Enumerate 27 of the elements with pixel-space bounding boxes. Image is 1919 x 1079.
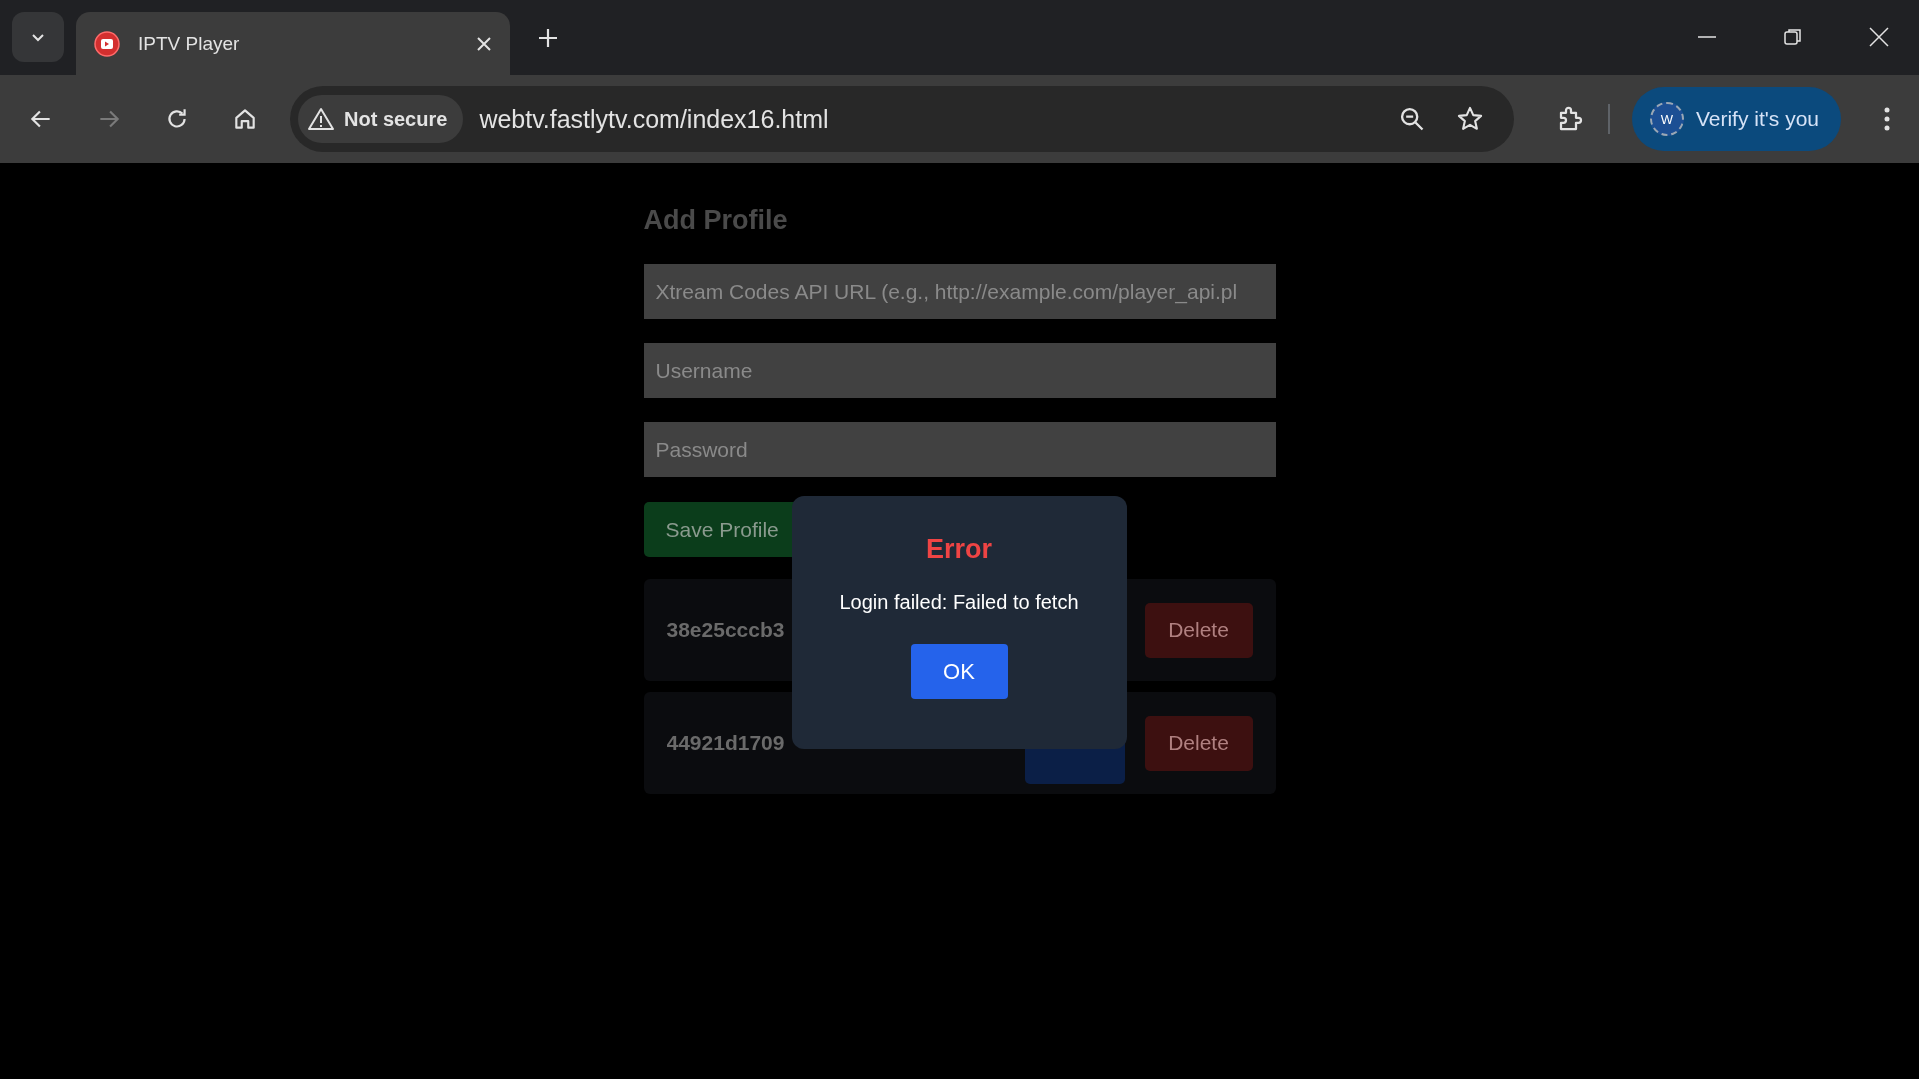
star-icon[interactable]	[1455, 105, 1484, 133]
delete-button[interactable]: Delete	[1144, 602, 1253, 658]
ok-button[interactable]: OK	[910, 644, 1008, 699]
avatar: W	[1649, 102, 1684, 136]
warning-icon	[308, 107, 334, 131]
tab-title: IPTV Player	[138, 32, 241, 55]
close-icon[interactable]	[1869, 27, 1889, 47]
more-icon[interactable]	[1883, 105, 1891, 133]
profile-name: 44921d1709	[666, 731, 786, 755]
home-icon[interactable]	[232, 106, 258, 132]
security-chip[interactable]: Not secure	[298, 95, 464, 143]
dialog-title: Error	[926, 534, 992, 565]
profile-name: 38e25cccb3	[666, 618, 786, 642]
tv-icon	[94, 30, 120, 57]
input-field[interactable]: Username	[643, 343, 1276, 398]
page-heading: Add Profile	[643, 205, 789, 236]
restore-icon[interactable]	[1783, 27, 1803, 47]
delete-button[interactable]: Delete	[1144, 715, 1253, 771]
input-field[interactable]: Password	[643, 422, 1276, 477]
profile-button[interactable]: W Verify it's you	[1631, 87, 1841, 151]
address-bar[interactable]: Not secure webtv.fastlytv.com/index16.html	[290, 86, 1514, 152]
dialog-message: Login failed: Failed to fetch	[839, 591, 1079, 614]
url-text: webtv.fastlytv.com/index16.html	[479, 104, 830, 134]
input-field[interactable]: Xtream Codes API URL (e.g., http://example.com/player_api.pl	[643, 264, 1276, 319]
close-icon[interactable]	[476, 35, 492, 52]
browser-tab[interactable]: IPTV Player	[76, 12, 510, 75]
new-tab-icon[interactable]	[538, 28, 558, 48]
